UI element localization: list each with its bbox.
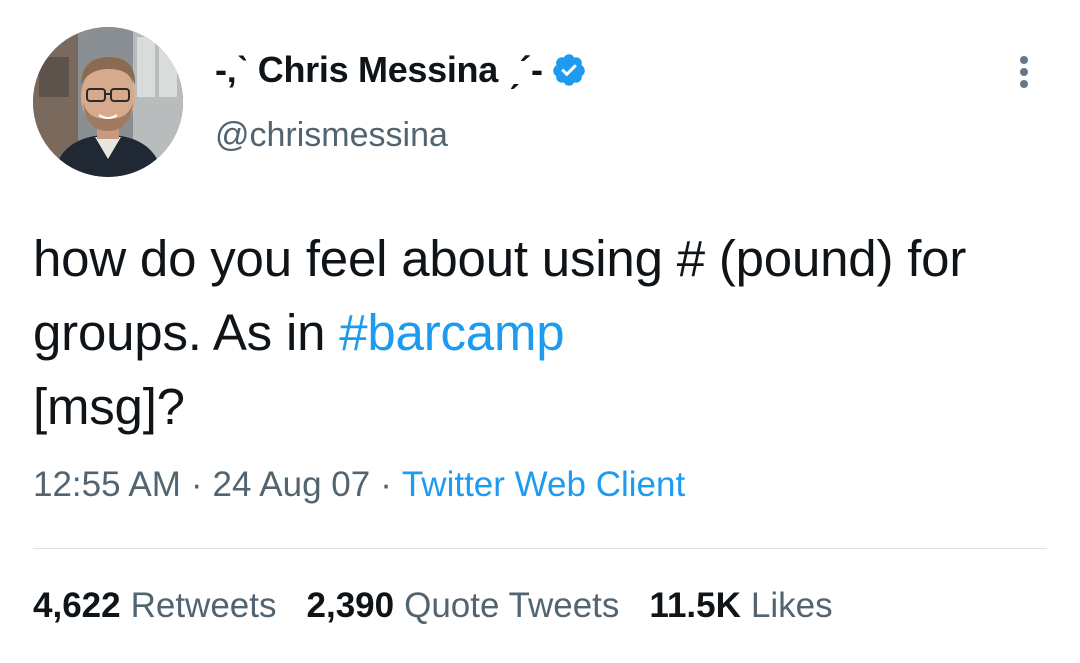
author-name-row[interactable]: -‚ˋ Chris Messina ˏ´- <box>215 46 587 94</box>
quote-tweets-count: 2,390 <box>306 586 395 625</box>
tweet-date[interactable]: 24 Aug 07 <box>213 465 371 504</box>
tweet-time[interactable]: 12:55 AM <box>33 465 181 504</box>
engagement-stats: 4,622 Retweets 2,390 Quote Tweets 11.5K Lik… <box>33 586 833 626</box>
divider <box>33 548 1047 549</box>
client-link[interactable]: Twitter Web Client <box>402 465 685 504</box>
likes-label: Likes <box>750 586 833 625</box>
more-options-button[interactable] <box>1004 48 1044 96</box>
profile-photo-icon <box>33 27 183 177</box>
tweet-text-tail: [msg]? <box>33 378 185 435</box>
tweet-metadata: 12:55 AM · 24 Aug 07 · Twitter Web Client <box>33 465 685 505</box>
likes-count: 11.5K <box>649 586 741 625</box>
verified-badge-icon <box>552 54 585 86</box>
meta-separator: · <box>190 465 203 504</box>
tweet-text: how do you feel about using # (pound) fo… <box>33 222 1043 444</box>
quote-tweets-label: Quote Tweets <box>404 586 620 625</box>
quote-tweets-stat[interactable]: 2,390 Quote Tweets <box>307 586 620 626</box>
author-handle[interactable]: @chrismessina <box>215 116 448 155</box>
display-name[interactable]: -‚ˋ Chris Messina ˏ´- <box>215 49 543 91</box>
meta-separator: · <box>380 465 392 504</box>
avatar[interactable] <box>33 27 183 177</box>
more-vertical-icon <box>1020 56 1028 88</box>
hashtag-link[interactable]: #barcamp <box>339 304 564 361</box>
retweets-stat[interactable]: 4,622 Retweets <box>33 586 277 626</box>
retweets-count: 4,622 <box>33 586 121 625</box>
retweets-label: Retweets <box>130 586 277 625</box>
tweet-card: -‚ˋ Chris Messina ˏ´- @chrismessina how … <box>0 0 1080 663</box>
likes-stat[interactable]: 11.5K Likes <box>649 586 832 626</box>
